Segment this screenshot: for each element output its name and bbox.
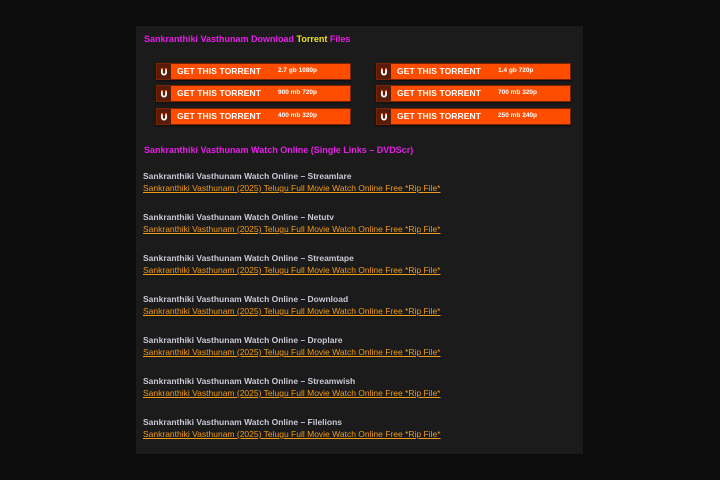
torrent-size-label: 1.4 gb 720p bbox=[498, 67, 534, 74]
torrent-button-720p-2[interactable]: GET THIS TORRENT 900 mb 720p bbox=[156, 85, 351, 102]
watch-link[interactable]: Sankranthiki Vasthunam (2025) Telugu Ful… bbox=[143, 428, 573, 440]
torrent-button-label: GET THIS TORRENT bbox=[177, 111, 262, 121]
torrent-size-label: 400 mb 320p bbox=[278, 112, 318, 119]
watch-link[interactable]: Sankranthiki Vasthunam (2025) Telugu Ful… bbox=[143, 387, 573, 399]
magnet-icon bbox=[157, 109, 171, 124]
magnet-icon bbox=[377, 64, 391, 79]
watch-link-title: Sankranthiki Vasthunam Watch Online – Do… bbox=[143, 294, 349, 304]
list-item: Sankranthiki Vasthunam Watch Online – Do… bbox=[143, 294, 573, 317]
list-item: Sankranthiki Vasthunam Watch Online – Fi… bbox=[143, 417, 573, 440]
content-panel: Sankranthiki Vasthunam Download Torrent … bbox=[136, 26, 583, 454]
watch-link[interactable]: Sankranthiki Vasthunam (2025) Telugu Ful… bbox=[143, 305, 573, 317]
watch-link-title: Sankranthiki Vasthunam Watch Online – Ne… bbox=[143, 212, 334, 222]
list-item: Sankranthiki Vasthunam Watch Online – St… bbox=[143, 376, 573, 399]
watch-link-title: Sankranthiki Vasthunam Watch Online – St… bbox=[143, 376, 356, 386]
torrent-size-label: 700 mb 320p bbox=[498, 89, 538, 96]
magnet-icon bbox=[157, 64, 171, 79]
download-heading-part3: Files bbox=[329, 34, 351, 44]
watch-link-title: Sankranthiki Vasthunam Watch Online – Dr… bbox=[143, 335, 343, 345]
torrent-size-label: 900 mb 720p bbox=[278, 89, 318, 96]
torrent-button-320p-2[interactable]: GET THIS TORRENT 400 mb 320p bbox=[156, 108, 351, 125]
watch-online-heading: Sankranthiki Vasthunam Watch Online (Sin… bbox=[144, 145, 414, 155]
magnet-icon bbox=[377, 109, 391, 124]
list-item: Sankranthiki Vasthunam Watch Online – St… bbox=[143, 253, 573, 276]
torrent-size-label: 250 mb 240p bbox=[498, 112, 538, 119]
magnet-icon bbox=[157, 86, 171, 101]
torrent-button-240p[interactable]: GET THIS TORRENT 250 mb 240p bbox=[376, 108, 571, 125]
download-heading-part2: Torrent bbox=[296, 34, 328, 44]
download-heading: Sankranthiki Vasthunam Download Torrent … bbox=[144, 34, 350, 44]
torrent-button-720p-1[interactable]: GET THIS TORRENT 1.4 gb 720p bbox=[376, 63, 571, 80]
torrent-button-label: GET THIS TORRENT bbox=[397, 88, 482, 98]
watch-link-title: Sankranthiki Vasthunam Watch Online – Fi… bbox=[143, 417, 343, 427]
torrent-button-label: GET THIS TORRENT bbox=[397, 66, 482, 76]
watch-link[interactable]: Sankranthiki Vasthunam (2025) Telugu Ful… bbox=[143, 264, 573, 276]
torrent-button-320p-1[interactable]: GET THIS TORRENT 700 mb 320p bbox=[376, 85, 571, 102]
watch-link-title: Sankranthiki Vasthunam Watch Online – St… bbox=[143, 253, 354, 263]
torrent-button-label: GET THIS TORRENT bbox=[177, 66, 262, 76]
torrent-button-label: GET THIS TORRENT bbox=[177, 88, 262, 98]
magnet-icon bbox=[377, 86, 391, 101]
list-item: Sankranthiki Vasthunam Watch Online – Ne… bbox=[143, 212, 573, 235]
watch-link[interactable]: Sankranthiki Vasthunam (2025) Telugu Ful… bbox=[143, 182, 573, 194]
watch-link-title: Sankranthiki Vasthunam Watch Online – St… bbox=[143, 171, 352, 181]
torrent-button-1080p[interactable]: GET THIS TORRENT 2.7 gb 1080p bbox=[156, 63, 351, 80]
list-item: Sankranthiki Vasthunam Watch Online – St… bbox=[143, 171, 573, 194]
torrent-button-label: GET THIS TORRENT bbox=[397, 111, 482, 121]
torrent-size-label: 2.7 gb 1080p bbox=[278, 67, 318, 74]
download-heading-part1: Sankranthiki Vasthunam Download bbox=[144, 34, 295, 44]
list-item: Sankranthiki Vasthunam Watch Online – Dr… bbox=[143, 335, 573, 358]
watch-link[interactable]: Sankranthiki Vasthunam (2025) Telugu Ful… bbox=[143, 346, 573, 358]
watch-link[interactable]: Sankranthiki Vasthunam (2025) Telugu Ful… bbox=[143, 223, 573, 235]
